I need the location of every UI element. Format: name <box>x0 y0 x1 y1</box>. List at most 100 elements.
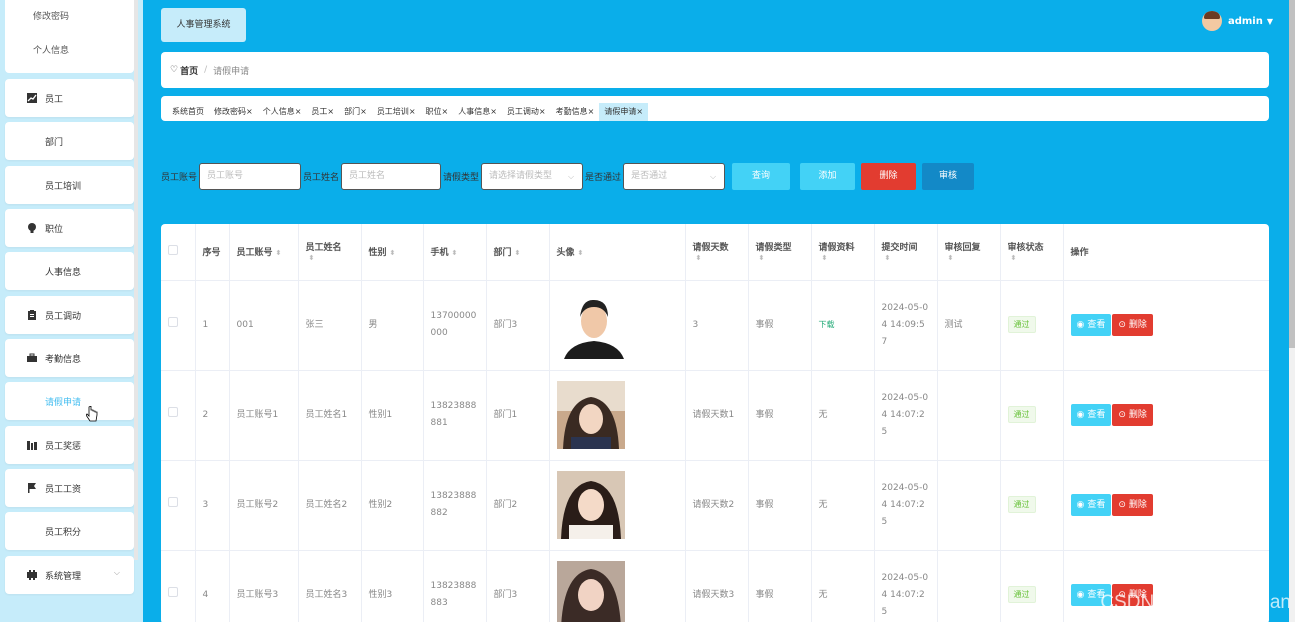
view-button[interactable]: ◉ 查看 <box>1070 494 1112 516</box>
main-area: 人事管理系统 admin ▼ ♡ 首页 / 请假申请 系统首页 修改密码× 个人… <box>143 0 1295 622</box>
tag-home[interactable]: 系统首页 <box>167 103 209 121</box>
employee-photo[interactable] <box>556 561 625 622</box>
user-menu[interactable]: admin ▼ <box>1201 11 1273 31</box>
grid-icon <box>27 396 37 406</box>
sidebar-item-points[interactable]: 员工积分 <box>5 512 134 550</box>
cell-file: 无 <box>811 550 875 622</box>
col-file[interactable]: 请假资料 ⬍ <box>811 224 875 281</box>
tag-attendance[interactable]: 考勤信息× <box>551 103 600 121</box>
cell-no: 4 <box>195 550 230 622</box>
cell-days: 请假天数2 <box>685 460 749 551</box>
cell-name: 张三 <box>298 280 362 371</box>
employee-photo[interactable] <box>556 471 625 539</box>
cell-days: 请假天数1 <box>685 370 749 461</box>
col-phone[interactable]: 手机 ⬍ <box>423 224 487 281</box>
cell-time: 2024-05-04 14:09:57 <box>874 280 938 371</box>
cell-dept: 部门3 <box>486 550 550 622</box>
row-delete-button[interactable]: ⊙ 删除 <box>1112 314 1153 336</box>
select-all-checkbox[interactable] <box>161 224 196 281</box>
row-delete-button[interactable]: ⊙ 删除 <box>1112 494 1153 516</box>
tag-hr-info[interactable]: 人事信息× <box>453 103 502 121</box>
sidebar-item-employee[interactable]: 员工 <box>5 79 134 117</box>
account-input[interactable]: 员工账号 <box>199 163 302 190</box>
col-dept[interactable]: 部门 ⬍ <box>486 224 550 281</box>
row-delete-button[interactable]: ⊙ 删除 <box>1112 404 1153 426</box>
type-select[interactable]: 请选择请假类型 ⌵ <box>481 163 584 190</box>
tag-training[interactable]: 员工培训× <box>372 103 421 121</box>
sidebar-item-salary[interactable]: 员工工资 <box>5 469 134 507</box>
query-button[interactable]: 查询 <box>732 163 791 190</box>
tag-position[interactable]: 职位× <box>421 103 454 121</box>
sidebar-item-profile[interactable]: 个人信息 <box>5 34 134 68</box>
sidebar-item-transfer[interactable]: 员工调动 <box>5 296 134 334</box>
cell-photo <box>549 550 686 622</box>
sidebar-item-attendance[interactable]: 考勤信息 <box>5 339 134 377</box>
sidebar-item-leave[interactable]: 请假申请 <box>5 382 134 420</box>
cell-reply <box>937 550 1001 622</box>
name-input[interactable]: 员工姓名 <box>341 163 442 190</box>
cell-name: 员工姓名2 <box>298 460 362 551</box>
cell-account: 员工账号2 <box>229 460 299 551</box>
cell-no: 1 <box>195 280 230 371</box>
tag-employee[interactable]: 员工× <box>306 103 339 121</box>
row-checkbox[interactable] <box>161 460 196 551</box>
eye-icon: ◉ <box>1076 499 1085 510</box>
sidebar-item-department[interactable]: 部门 <box>5 122 134 160</box>
tag-transfer[interactable]: 员工调动× <box>502 103 551 121</box>
col-type[interactable]: 请假类型 ⬍ <box>748 224 812 281</box>
col-gender[interactable]: 性别 ⬍ <box>361 224 424 281</box>
col-time[interactable]: 提交时间 ⬍ <box>874 224 938 281</box>
sidebar-item-system[interactable]: 系统管理 ⌵ <box>5 556 134 594</box>
sidebar-item-position[interactable]: 职位 <box>5 209 134 247</box>
type-label: 请假类型 <box>443 173 480 183</box>
sidebar-item-label: 员工 <box>45 94 64 105</box>
col-reply[interactable]: 审核回复 ⬍ <box>937 224 1001 281</box>
col-no: 序号 <box>195 224 230 281</box>
col-account[interactable]: 员工账号 ⬍ <box>229 224 299 281</box>
briefcase-icon <box>27 353 37 363</box>
view-button[interactable]: ◉ 查看 <box>1070 314 1112 336</box>
col-days[interactable]: 请假天数 ⬍ <box>685 224 749 281</box>
col-photo[interactable]: 头像 ⬍ <box>549 224 686 281</box>
settings-icon <box>27 570 37 580</box>
cell-type: 事假 <box>748 370 812 461</box>
review-button[interactable]: 审核 <box>922 163 975 190</box>
tag-profile[interactable]: 个人信息× <box>258 103 307 121</box>
breadcrumb-current: 请假申请 <box>213 66 250 77</box>
add-button[interactable]: 添加 <box>800 163 856 190</box>
row-checkbox[interactable] <box>161 550 196 622</box>
table-header: 序号 员工账号 ⬍ 员工姓名 ⬍ 性别 ⬍ 手机 ⬍ 部门 ⬍ 头像 ⬍ 请假天数 ⬍ 请假类… <box>161 224 1269 281</box>
tag-leave[interactable]: 请假申请× <box>599 103 649 121</box>
sidebar-item-rewards[interactable]: 员工奖惩 <box>5 426 134 464</box>
view-button[interactable]: ◉ 查看 <box>1070 404 1112 426</box>
row-checkbox[interactable] <box>161 370 196 461</box>
heart-icon: ♡ <box>170 65 179 75</box>
breadcrumb-separator: / <box>204 65 208 75</box>
page-scrollbar[interactable] <box>1289 0 1295 622</box>
row-checkbox[interactable] <box>161 280 196 371</box>
delete-button[interactable]: 删除 <box>861 163 917 190</box>
grid-icon <box>27 136 37 146</box>
cell-phone: 13700000000 <box>423 280 487 371</box>
breadcrumb-home[interactable]: 首页 <box>180 64 198 77</box>
cell-gender: 性别1 <box>361 370 424 461</box>
sidebar-item-label: 员工积分 <box>45 527 82 538</box>
sidebar-item-training[interactable]: 员工培训 <box>5 166 134 204</box>
status-badge: 通过 <box>1007 496 1036 513</box>
pass-select[interactable]: 是否通过 ⌵ <box>623 163 726 190</box>
employee-photo[interactable] <box>559 291 628 359</box>
sidebar-item-hr-info[interactable]: 人事信息 <box>5 252 134 290</box>
sidebar-scrollbar[interactable] <box>134 0 138 560</box>
download-link[interactable]: 下载 <box>819 320 835 329</box>
col-status[interactable]: 审核状态 ⬍ <box>1000 224 1064 281</box>
delete-circle-icon: ⊙ <box>1118 499 1126 510</box>
sidebar-item-label: 人事信息 <box>45 267 82 278</box>
col-name[interactable]: 员工姓名 ⬍ <box>298 224 362 281</box>
tag-department[interactable]: 部门× <box>339 103 372 121</box>
employee-photo[interactable] <box>556 381 625 449</box>
tag-change-password[interactable]: 修改密码× <box>209 103 258 121</box>
delete-circle-icon: ⊙ <box>1118 409 1126 420</box>
cell-status: 通过 <box>1000 460 1064 551</box>
sidebar-item-change-password[interactable]: 修改密码 <box>5 0 134 34</box>
cell-name: 员工姓名1 <box>298 370 362 461</box>
